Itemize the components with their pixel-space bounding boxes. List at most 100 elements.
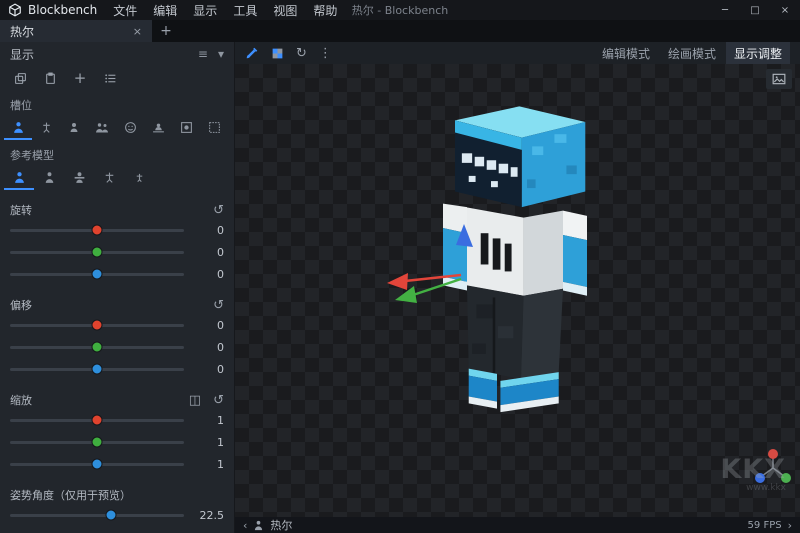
scale-x-slider[interactable]: 1 — [0, 409, 234, 431]
menu-view[interactable]: 视图 — [265, 0, 305, 20]
ref-player-slim-icon[interactable] — [34, 166, 64, 190]
slider-handle-x[interactable] — [92, 320, 103, 331]
add-button[interactable]: + — [68, 68, 92, 88]
slider-handle[interactable] — [105, 510, 116, 521]
rotation-section: 旋转 ↺ 0 0 0 — [0, 201, 234, 285]
menu-help[interactable]: 帮助 — [305, 0, 345, 20]
rotation-z-slider[interactable]: 0 — [0, 263, 234, 285]
slider-track[interactable] — [10, 441, 184, 444]
slot-armorstand-icon[interactable] — [32, 116, 60, 140]
scale-z-slider[interactable]: 1 — [0, 453, 234, 475]
maximize-button[interactable]: □ — [740, 0, 770, 20]
slider-track[interactable] — [10, 368, 184, 371]
slider-handle-z[interactable] — [92, 459, 103, 470]
tab-label: 热尔 — [10, 23, 125, 40]
scale-z-value[interactable]: 1 — [194, 458, 224, 471]
slider-handle-x[interactable] — [92, 415, 103, 426]
paste-button[interactable] — [38, 68, 62, 88]
rotation-x-slider[interactable]: 0 — [0, 219, 234, 241]
reload-view-icon[interactable]: ↻ — [296, 46, 307, 61]
ref-armorstand-icon[interactable] — [94, 166, 124, 190]
next-slot-icon[interactable]: › — [788, 519, 792, 532]
slider-track[interactable] — [10, 251, 184, 254]
brush-tool-icon[interactable] — [245, 46, 259, 60]
slider-handle-y[interactable] — [92, 342, 103, 353]
prev-slot-icon[interactable]: ‹ — [243, 519, 247, 532]
scale-y-slider[interactable]: 1 — [0, 431, 234, 453]
slot-player-icon[interactable] — [4, 116, 32, 140]
offset-z-slider[interactable]: 0 — [0, 358, 234, 380]
viewport-overlay — [235, 64, 800, 517]
pose-angle-value[interactable]: 22.5 — [194, 509, 224, 522]
slot-gui-icon[interactable] — [200, 116, 228, 140]
ref-zombie-icon[interactable] — [64, 166, 94, 190]
mode-display[interactable]: 显示调整 — [726, 42, 790, 64]
offset-label: 偏移 — [10, 297, 32, 313]
new-tab-button[interactable]: + — [152, 20, 180, 42]
offset-x-slider[interactable]: 0 — [0, 314, 234, 336]
pose-angle-label: 姿势角度（仅用于预览） — [10, 487, 131, 503]
mode-paint[interactable]: 绘画模式 — [660, 42, 724, 64]
slider-handle-y[interactable] — [92, 437, 103, 448]
mode-edit[interactable]: 编辑模式 — [594, 42, 658, 64]
offset-x-value[interactable]: 0 — [194, 319, 224, 332]
checkerboard-icon[interactable] — [271, 47, 284, 60]
ref-player-icon[interactable] — [4, 166, 34, 190]
menu-file[interactable]: 文件 — [105, 0, 145, 20]
panel-menu-icon[interactable]: ≡ — [198, 47, 208, 61]
rotation-x-value[interactable]: 0 — [194, 224, 224, 237]
scale-y-value[interactable]: 1 — [194, 436, 224, 449]
offset-reset-button[interactable]: ↺ — [213, 298, 224, 313]
screenshot-button[interactable] — [766, 69, 792, 89]
rotation-y-slider[interactable]: 0 — [0, 241, 234, 263]
slider-handle-y[interactable] — [92, 247, 103, 258]
slot-frame-icon[interactable] — [172, 116, 200, 140]
copy-button[interactable] — [8, 68, 32, 88]
rotation-y-value[interactable]: 0 — [194, 246, 224, 259]
rotation-z-value[interactable]: 0 — [194, 268, 224, 281]
offset-z-value[interactable]: 0 — [194, 363, 224, 376]
blockbench-logo-icon — [8, 3, 22, 17]
rotation-reset-button[interactable]: ↺ — [213, 203, 224, 218]
tab-close-icon[interactable]: × — [133, 25, 142, 38]
slot-ground-icon[interactable] — [144, 116, 172, 140]
slider-handle-z[interactable] — [92, 269, 103, 280]
ref-armorstand-small-icon[interactable] — [124, 166, 154, 190]
slot-two-players-icon[interactable] — [88, 116, 116, 140]
menu-display[interactable]: 显示 — [185, 0, 225, 20]
slider-track[interactable] — [10, 346, 184, 349]
viewport-3d[interactable]: KKX www.kkx — [235, 64, 800, 517]
more-menu-icon[interactable]: ⋮ — [319, 46, 332, 61]
offset-y-value[interactable]: 0 — [194, 341, 224, 354]
slider-track[interactable] — [10, 324, 184, 327]
slider-track[interactable] — [10, 229, 184, 232]
slider-track[interactable] — [10, 463, 184, 466]
statusbar: ‹ 热尔 59 FPS › — [235, 517, 800, 533]
slider-handle-x[interactable] — [92, 225, 103, 236]
minimize-button[interactable]: ─ — [710, 0, 740, 20]
slider-handle-z[interactable] — [92, 364, 103, 375]
slider-track[interactable] — [10, 419, 184, 422]
slot-head-icon[interactable] — [116, 116, 144, 140]
axis-cone-z[interactable] — [456, 224, 473, 247]
scale-mirror-button[interactable]: ◫ — [189, 393, 201, 408]
reference-model-row — [0, 166, 234, 190]
scale-label: 缩放 — [10, 392, 32, 408]
offset-y-slider[interactable]: 0 — [0, 336, 234, 358]
presets-list-button[interactable] — [98, 68, 122, 88]
menu-edit[interactable]: 编辑 — [145, 0, 185, 20]
slider-track[interactable] — [10, 273, 184, 276]
view-axis-gizmo[interactable] — [755, 449, 791, 483]
pose-angle-slider[interactable]: 22.5 — [0, 504, 234, 526]
current-reference-label: 热尔 — [270, 517, 292, 533]
tab-project[interactable]: 热尔 × — [0, 20, 152, 42]
slider-track[interactable] — [10, 514, 184, 517]
scale-reset-button[interactable]: ↺ — [213, 393, 224, 408]
menu-tools[interactable]: 工具 — [225, 0, 265, 20]
close-button[interactable]: × — [770, 0, 800, 20]
slot-crouch-player-icon[interactable] — [60, 116, 88, 140]
scale-x-value[interactable]: 1 — [194, 414, 224, 427]
window-controls: ─ □ × — [710, 0, 800, 20]
panel-collapse-icon[interactable]: ▾ — [218, 47, 224, 61]
rotation-label: 旋转 — [10, 202, 32, 218]
